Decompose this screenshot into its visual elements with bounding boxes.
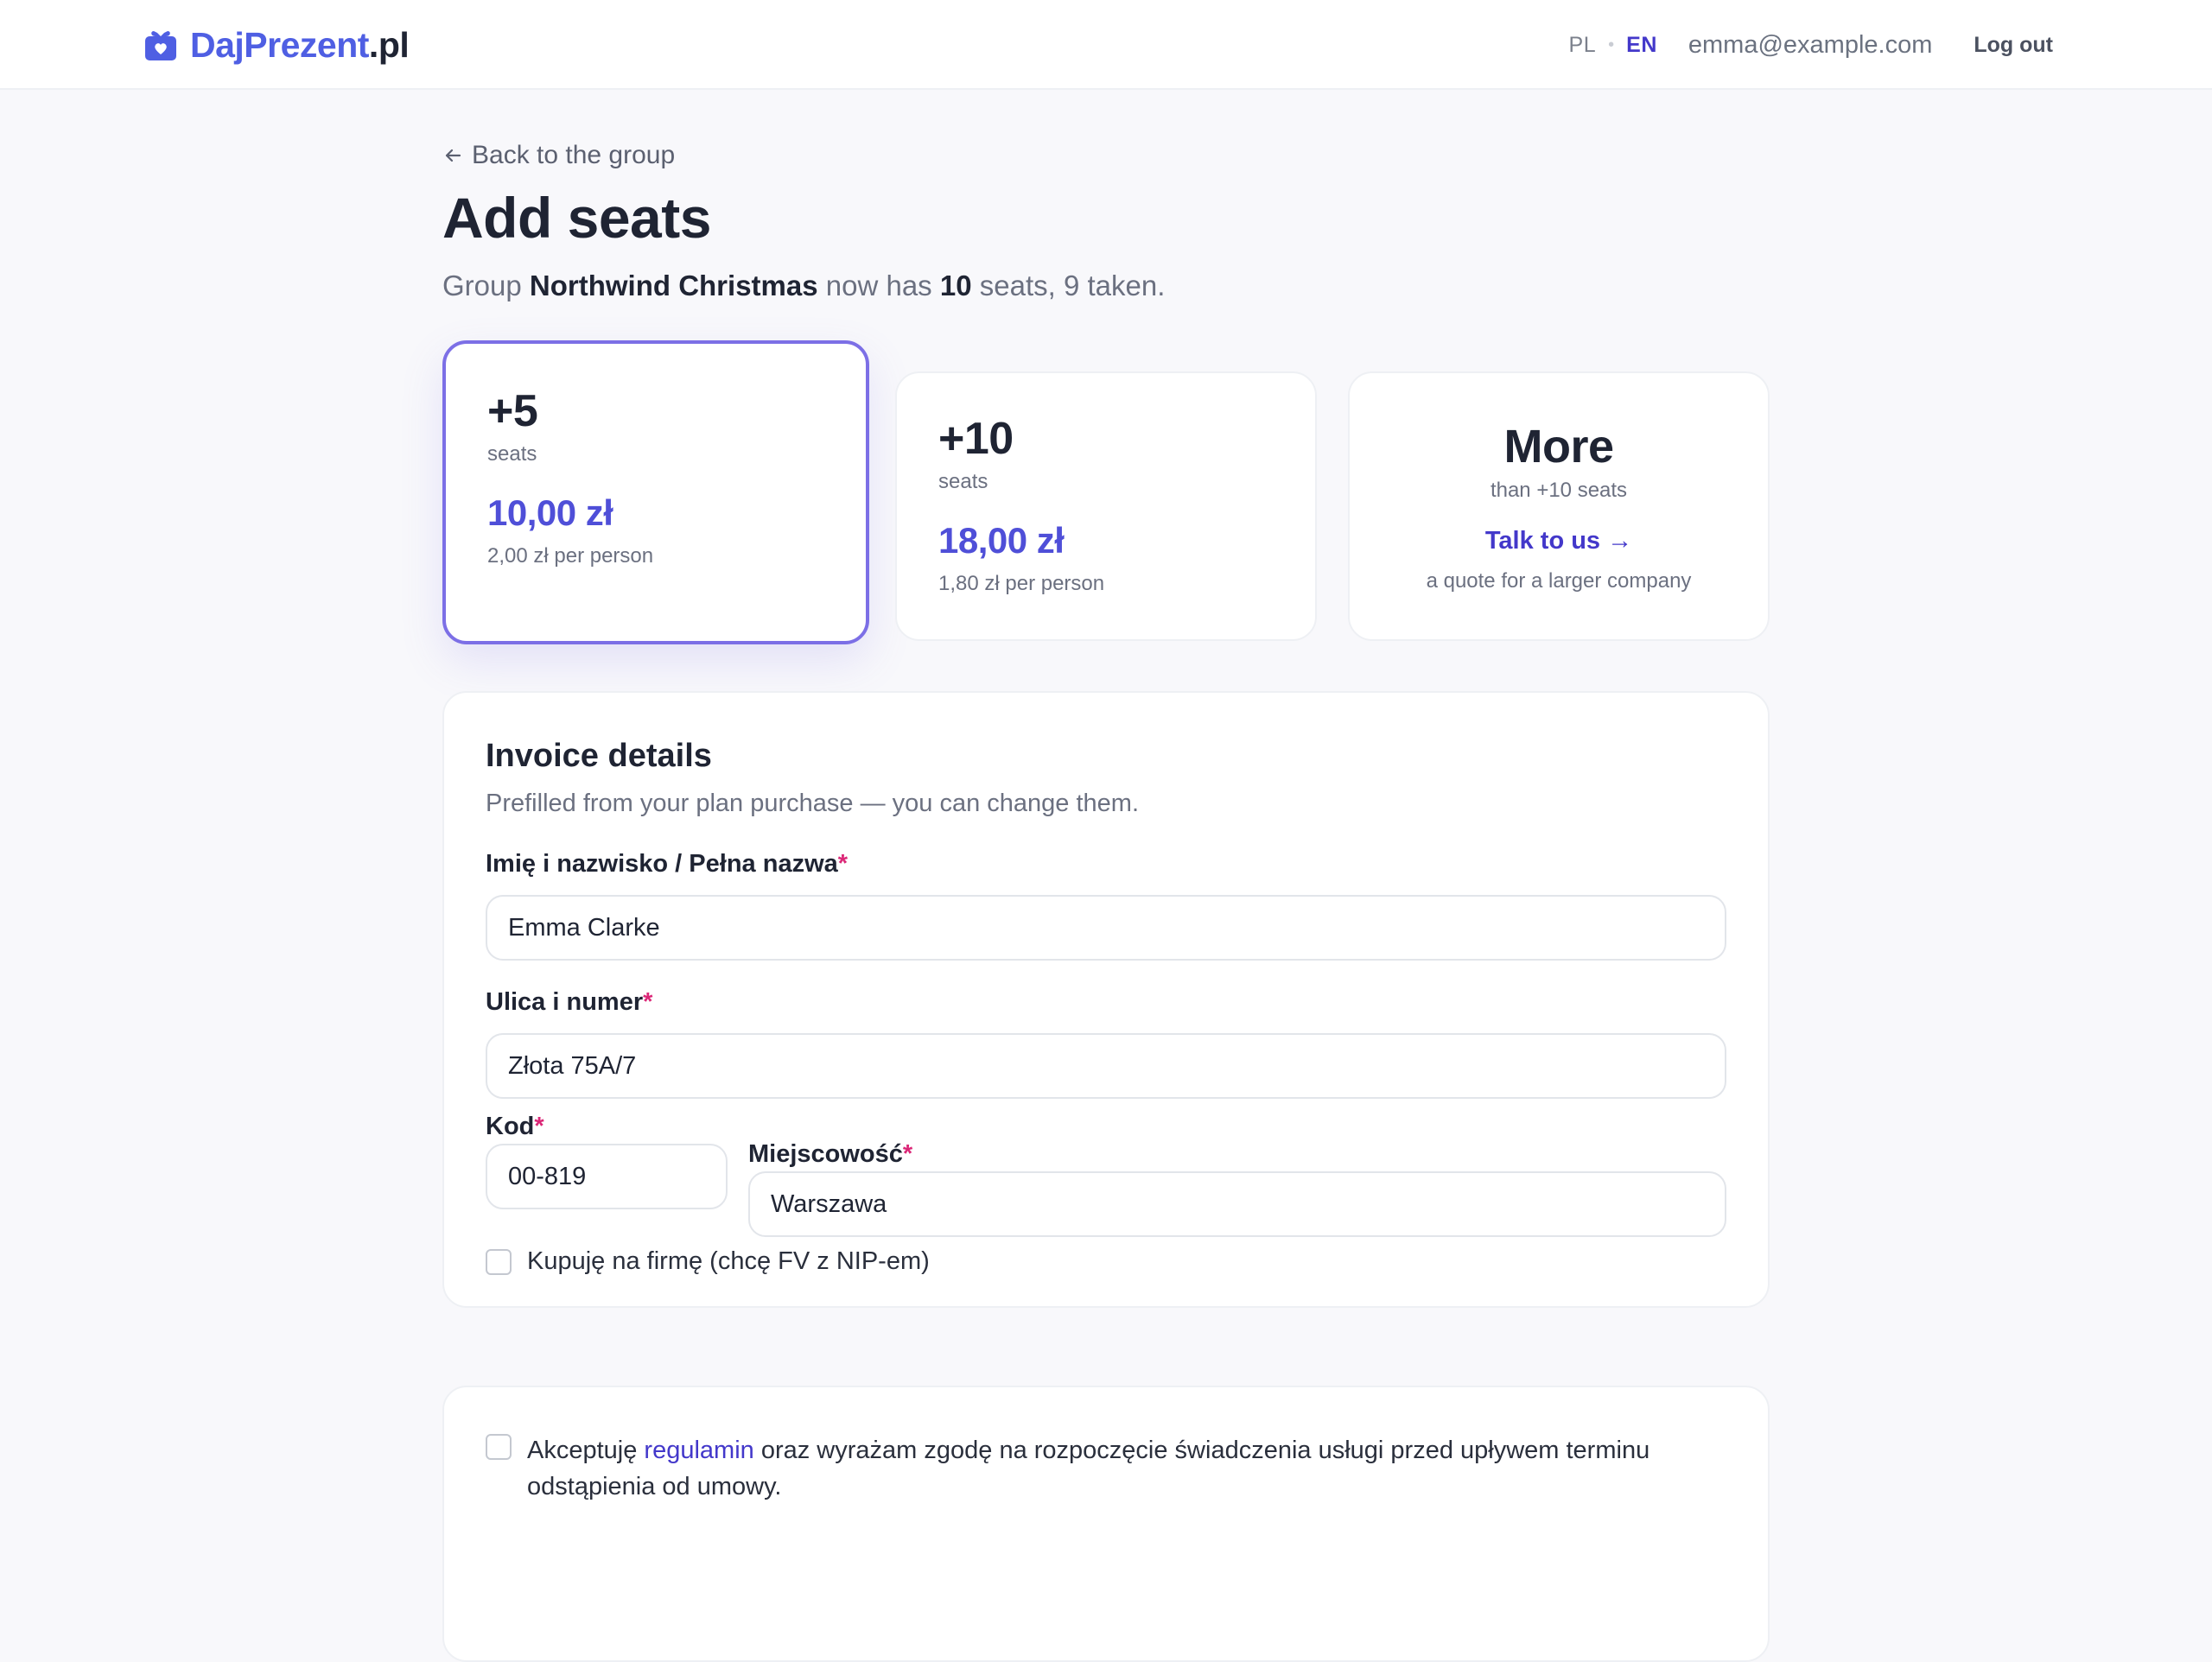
top-navigation-bar: DajPrezent.pl PL • EN emma@example.com L…: [0, 0, 2212, 90]
plan-unit: seats: [487, 442, 537, 466]
invoice-subtitle: Prefilled from your plan purchase — you …: [486, 790, 1140, 817]
seat-plan-options: +5 seats 10,00 zł 2,00 zł per person +10…: [442, 340, 1770, 653]
city-field[interactable]: [748, 1171, 1726, 1237]
logo[interactable]: DajPrezent.pl: [143, 22, 410, 67]
back-link-label: Back to the group: [472, 141, 676, 169]
plan-unit: seats: [938, 470, 988, 493]
plan-amount: More: [1503, 421, 1614, 473]
brand-name: DajPrezent.pl: [190, 24, 410, 65]
group-name: Northwind Christmas: [529, 270, 818, 301]
logout-button[interactable]: Log out: [1974, 33, 2053, 58]
invoice-details-card: Invoice details Prefilled from your plan…: [442, 691, 1770, 1308]
company-invoice-checkbox[interactable]: [486, 1249, 512, 1275]
plan-option-5-seats[interactable]: +5 seats 10,00 zł 2,00 zł per person: [442, 340, 869, 644]
main-content: Back to the group Add seats Group Northw…: [442, 138, 1770, 1662]
seat-count: 10: [939, 270, 972, 301]
lang-separator: •: [1608, 35, 1615, 54]
plan-price: 18,00 zł: [938, 520, 1065, 561]
terms-link[interactable]: regulamin: [644, 1437, 753, 1464]
zip-label: Kod*: [486, 1113, 544, 1140]
back-to-group-link[interactable]: Back to the group: [442, 138, 1770, 173]
lang-en-link[interactable]: EN: [1626, 33, 1657, 58]
invoice-title: Invoice details: [486, 738, 712, 774]
company-invoice-label: Kupuję na firmę (chcę FV z NIP-em): [527, 1247, 930, 1275]
plan-option-more[interactable]: More than +10 seats Talk to us → a quote…: [1348, 371, 1770, 641]
plan-per-person: 2,00 zł per person: [487, 544, 654, 568]
plan-amount: +10: [938, 414, 1014, 464]
plan-option-10-seats[interactable]: +10 seats 18,00 zł 1,80 zł per person: [895, 371, 1317, 641]
terms-label: Akceptuję regulamin oraz wyrażam zgodę n…: [527, 1437, 1650, 1500]
user-email: emma@example.com: [1688, 30, 1933, 59]
plan-amount: +5: [487, 386, 538, 436]
plan-per-person: 1,80 zł per person: [938, 572, 1105, 595]
plan-unit: than +10 seats: [1490, 479, 1628, 502]
street-field[interactable]: [486, 1033, 1726, 1099]
city-label: Miejscowość*: [748, 1140, 913, 1168]
name-field[interactable]: [486, 895, 1726, 961]
talk-to-us-link[interactable]: Talk to us →: [1350, 527, 1768, 555]
lang-pl-link[interactable]: PL: [1569, 33, 1597, 58]
name-label: Imię i nazwisko / Pełna nazwa*: [486, 850, 849, 878]
gift-icon: [145, 31, 176, 60]
terms-card: Akceptuję regulamin oraz wyrażam zgodę n…: [442, 1386, 1770, 1662]
group-summary: Group Northwind Christmas now has 10 sea…: [442, 270, 1166, 301]
terms-checkbox[interactable]: [486, 1434, 512, 1460]
street-label: Ulica i numer*: [486, 988, 653, 1016]
arrow-left-icon: [445, 149, 461, 162]
plan-price: 10,00 zł: [487, 492, 613, 533]
quote-note: a quote for a larger company: [1426, 569, 1692, 593]
page-title: Add seats: [442, 186, 711, 250]
header-actions: PL • EN emma@example.com Log out: [1569, 26, 2053, 64]
zip-field[interactable]: [486, 1144, 728, 1209]
